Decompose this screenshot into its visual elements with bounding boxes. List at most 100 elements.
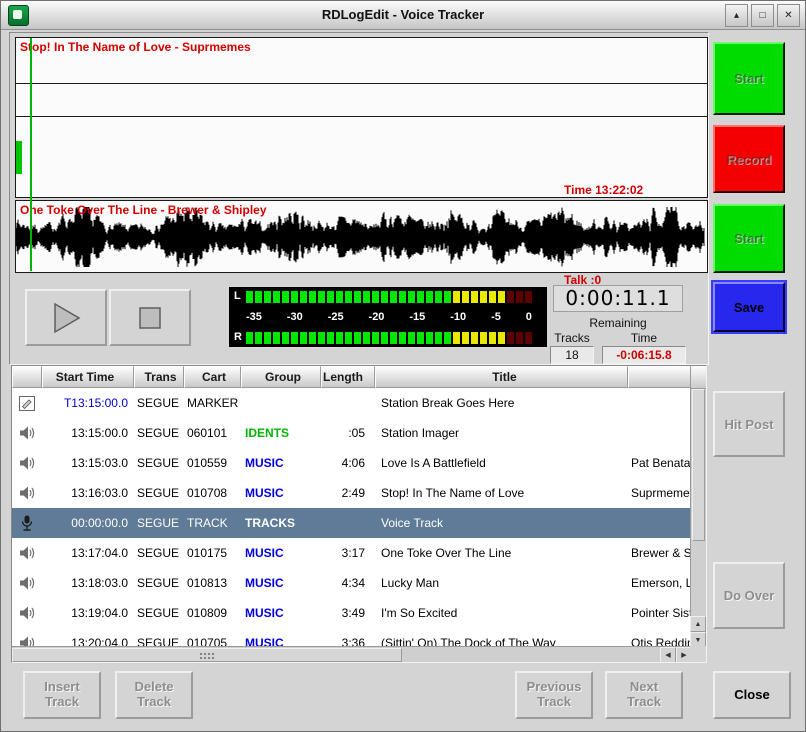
meter-segment (498, 291, 505, 303)
record-button[interactable]: Record (713, 125, 785, 193)
next-track-button[interactable]: Next Track (605, 671, 683, 719)
cell-cart: 010708 (184, 486, 241, 500)
meter-segment (399, 291, 406, 303)
deck-panel-previous[interactable]: Stop! In The Name of Love - Suprmemes (15, 37, 708, 198)
meter-segment (255, 291, 262, 303)
meter-segment (444, 332, 451, 344)
cell-cart: 010809 (184, 606, 241, 620)
meter-segment (246, 332, 253, 344)
log-row[interactable]: 13:16:03.0SEGUE010708MUSIC2:49Stop! In T… (12, 478, 692, 508)
log-table-body: T13:15:00.0SEGUEMARKERStation Break Goes… (12, 388, 692, 648)
window-title: RDLogEdit - Voice Tracker (1, 1, 805, 29)
speaker-icon (12, 546, 42, 560)
meter-segment (354, 291, 361, 303)
vertical-scrollbar[interactable]: ▲ ▼ (690, 366, 706, 648)
start-track2-button[interactable]: Start (713, 204, 785, 273)
cell-title: Lucky Man (375, 576, 628, 590)
log-row[interactable]: 13:17:04.0SEGUE010175MUSIC3:17One Toke O… (12, 538, 692, 568)
header-icon-column[interactable] (12, 366, 42, 388)
log-row[interactable]: 13:19:04.0SEGUE010809MUSIC3:49I'm So Exc… (12, 598, 692, 628)
header-artist[interactable] (628, 366, 692, 388)
meter-segment (381, 332, 388, 344)
cell-trans: SEGUE (134, 546, 184, 560)
cell-start-time: 13:19:04.0 (42, 606, 134, 620)
log-row[interactable]: 13:18:03.0SEGUE010813MUSIC4:34Lucky ManE… (12, 568, 692, 598)
maximize-window-icon[interactable]: □ (751, 4, 774, 27)
start-track1-button[interactable]: Start (713, 42, 785, 115)
meter-segment (264, 291, 271, 303)
cell-start-time: 13:15:03.0 (42, 456, 134, 470)
meter-segment (309, 291, 316, 303)
meter-segment (327, 332, 334, 344)
remaining-label: Remaining (549, 316, 687, 330)
scroll-left-icon[interactable]: ◀ (660, 647, 676, 663)
header-group[interactable]: Group (241, 366, 321, 388)
insert-track-button[interactable]: Insert Track (23, 671, 101, 719)
meter-segment (435, 332, 442, 344)
meter-segment (363, 291, 370, 303)
cell-length: 2:49 (321, 486, 375, 500)
deck-panel-next[interactable]: One Toke Over The Line - Brewer & Shiple… (15, 200, 708, 273)
header-start-time[interactable]: Start Time (42, 366, 134, 388)
delete-track-button[interactable]: Delete Track (115, 671, 193, 719)
hit-post-button[interactable]: Hit Post (713, 391, 785, 457)
cell-group: IDENTS (241, 426, 321, 440)
previous-track-button[interactable]: Previous Track (515, 671, 593, 719)
audio-level-meter: L -35-30-25-20-15-10-50 R (229, 287, 547, 347)
meter-segment (444, 291, 451, 303)
deck-divider (16, 83, 707, 84)
meter-tick: -25 (328, 311, 344, 324)
cell-trans: SEGUE (134, 486, 184, 500)
close-window-icon[interactable]: ✕ (777, 4, 800, 27)
stop-button[interactable] (109, 289, 191, 346)
meter-segment (507, 291, 514, 303)
scroll-up-icon[interactable]: ▲ (690, 616, 706, 632)
play-button[interactable] (25, 289, 107, 346)
meter-segment (417, 332, 424, 344)
do-over-button[interactable]: Do Over (713, 562, 785, 629)
cell-start-time: 13:15:00.0 (42, 426, 134, 440)
shade-window-icon[interactable]: ▴ (725, 4, 748, 27)
meter-segment (516, 332, 523, 344)
horizontal-scrollbar-thumb[interactable] (12, 648, 402, 662)
header-title[interactable]: Title (375, 366, 628, 388)
meter-segment (408, 291, 415, 303)
meter-segment (336, 332, 343, 344)
log-row[interactable]: 13:15:00.0SEGUE060101IDENTS:05Station Im… (12, 418, 692, 448)
vertical-scrollbar-thumb[interactable] (692, 389, 705, 541)
log-row[interactable]: 13:20:04.0SEGUE010705MUSIC3:36(Sittin' O… (12, 628, 692, 648)
header-cart[interactable]: Cart (184, 366, 241, 388)
cell-group: MUSIC (241, 486, 321, 500)
cell-title: Love Is A Battlefield (375, 456, 628, 470)
header-length[interactable]: Length (321, 366, 375, 388)
log-row[interactable]: 00:00:00.0SEGUETRACKTRACKSVoice Track (12, 508, 692, 538)
meter-segment (318, 332, 325, 344)
log-row[interactable]: T13:15:00.0SEGUEMARKERStation Break Goes… (12, 388, 692, 418)
log-row[interactable]: 13:15:03.0SEGUE010559MUSIC4:06Love Is A … (12, 448, 692, 478)
deck1-track-title: Stop! In The Name of Love - Suprmemes (20, 40, 251, 54)
meter-segment (462, 332, 469, 344)
speaker-icon (12, 426, 42, 440)
cell-cart: 010175 (184, 546, 241, 560)
scrollbar-header-cap (691, 366, 706, 389)
meter-scale: -35-30-25-20-15-10-50 (246, 311, 532, 324)
cell-cart: MARKER (184, 396, 241, 410)
meter-segment (273, 291, 280, 303)
horizontal-scrollbar[interactable]: ◀ ▶ (12, 646, 692, 662)
meter-segment (426, 291, 433, 303)
meter-segment (390, 291, 397, 303)
meter-segment (363, 332, 370, 344)
cell-trans: SEGUE (134, 516, 184, 530)
deck2-track-title: One Toke Over The Line - Brewer & Shiple… (20, 203, 267, 217)
meter-segment (282, 332, 289, 344)
meter-segment (462, 291, 469, 303)
meter-segment (318, 291, 325, 303)
meter-segment (300, 291, 307, 303)
cell-start-time: 00:00:00.0 (42, 516, 134, 530)
meter-segment (291, 332, 298, 344)
titlebar[interactable]: RDLogEdit - Voice Tracker ▴ □ ✕ (1, 1, 805, 30)
close-button[interactable]: Close (713, 671, 791, 719)
header-trans[interactable]: Trans (134, 366, 184, 388)
elapsed-time-display: 0:00:11.1 (553, 285, 683, 312)
save-button[interactable]: Save (713, 282, 785, 332)
